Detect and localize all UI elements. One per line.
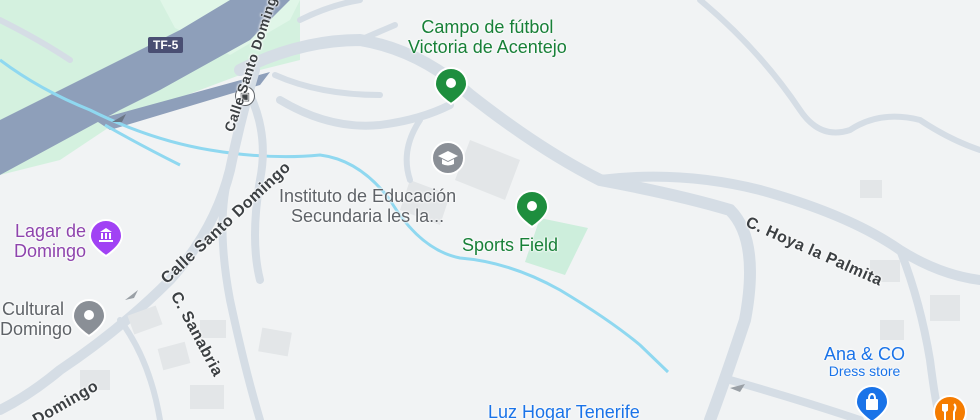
poi-label-lagar[interactable]: Lagar de Domingo xyxy=(0,221,86,261)
poi-label-ana-co[interactable]: Ana & CO Dress store xyxy=(824,344,905,380)
poi-label-sports-field[interactable]: Sports Field xyxy=(462,235,558,255)
poi-label-cultural-line2: Domingo xyxy=(0,319,73,340)
poi-label-campo-line2: Victoria de Acentejo xyxy=(408,37,567,58)
poi-label-lagar-line2: Domingo xyxy=(13,241,86,262)
poi-label-campo[interactable]: Campo de fútbol Victoria de Acentejo xyxy=(408,17,567,57)
restaurant-icon[interactable] xyxy=(932,394,968,420)
shopping-bag-icon[interactable] xyxy=(854,384,890,420)
poi-label-instituto[interactable]: Instituto de Educación Secundaria les la… xyxy=(279,186,456,226)
museum-icon[interactable] xyxy=(88,218,124,258)
school-icon[interactable] xyxy=(430,140,466,176)
gray-pin-icon[interactable] xyxy=(70,298,108,338)
poi-label-ana-co-sub: Dress store xyxy=(828,363,901,380)
poi-label-instituto-line1: Instituto de Educación xyxy=(279,186,457,206)
poi-label-campo-line1: Campo de fútbol xyxy=(421,17,554,37)
poi-label-cultural-line1: Cultural xyxy=(1,299,64,319)
map-canvas[interactable]: TF-5 ▣ Campo de fútbol Victoria de Acent… xyxy=(0,0,980,420)
poi-label-luz-hogar[interactable]: Luz Hogar Tenerife xyxy=(488,402,640,420)
poi-label-cultural[interactable]: Cultural Domingo xyxy=(0,299,73,340)
poi-label-lagar-line1: Lagar de xyxy=(14,221,86,241)
green-pin-icon[interactable] xyxy=(514,189,550,229)
green-pin-icon[interactable] xyxy=(433,66,469,106)
highway-shield[interactable]: TF-5 xyxy=(148,37,184,53)
poi-label-instituto-line2: Secundaria les la... xyxy=(291,206,445,227)
poi-label-ana-co-name: Ana & CO xyxy=(824,344,906,364)
